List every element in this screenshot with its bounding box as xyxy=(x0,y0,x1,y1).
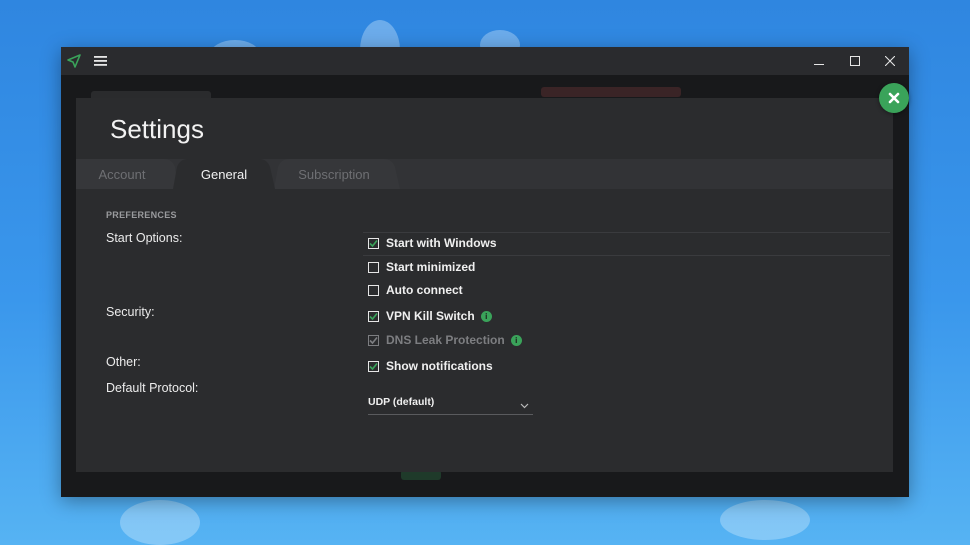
close-settings-button[interactable] xyxy=(879,83,909,113)
tab-general[interactable]: General xyxy=(173,159,275,189)
section-heading: PREFERENCES xyxy=(106,210,177,220)
dns-leak-protection-label: DNS Leak Protection xyxy=(386,333,505,347)
maximize-button[interactable] xyxy=(838,47,872,75)
show-notifications-label: Show notifications xyxy=(386,359,493,373)
dimmed-element xyxy=(541,87,681,97)
checkmark-icon xyxy=(369,312,378,320)
desktop-flower-deco xyxy=(720,500,810,540)
start-minimized-option[interactable]: Start minimized xyxy=(368,259,475,275)
checkmark-icon xyxy=(369,362,378,370)
info-icon[interactable]: i xyxy=(480,310,492,322)
dns-leak-protection-checkbox xyxy=(368,334,379,346)
start-with-windows-option[interactable]: Start with Windows xyxy=(368,235,497,251)
minimize-button[interactable] xyxy=(802,47,836,75)
settings-panel: Settings Account General Subscription PR… xyxy=(76,98,893,472)
start-minimized-label: Start minimized xyxy=(386,260,476,274)
close-icon xyxy=(885,56,895,66)
page-title: Settings xyxy=(110,114,204,144)
close-button[interactable] xyxy=(873,47,907,75)
security-label: Security: xyxy=(106,305,155,319)
tab-subscription[interactable]: Subscription xyxy=(280,159,388,189)
start-with-windows-checkbox[interactable] xyxy=(368,237,379,249)
minimize-icon xyxy=(814,64,824,65)
vpn-kill-switch-label: VPN Kill Switch xyxy=(386,309,475,323)
auto-connect-label: Auto connect xyxy=(386,283,463,297)
protocol-value: UDP (default) xyxy=(368,396,435,408)
maximize-icon xyxy=(850,56,860,66)
info-icon[interactable]: i xyxy=(510,334,522,346)
checkmark-icon xyxy=(369,336,378,344)
default-protocol-label: Default Protocol: xyxy=(106,381,199,395)
tab-account[interactable]: Account xyxy=(76,159,168,189)
auto-connect-checkbox[interactable] xyxy=(368,284,379,296)
titlebar xyxy=(61,47,909,75)
auto-connect-option[interactable]: Auto connect xyxy=(368,282,463,298)
dns-leak-protection-option: DNS Leak Protection i xyxy=(368,332,522,348)
row-divider xyxy=(363,255,890,256)
desktop-flower-deco xyxy=(120,500,200,545)
hamburger-icon[interactable] xyxy=(92,52,110,70)
start-with-windows-label: Start with Windows xyxy=(386,236,497,250)
vpn-kill-switch-option[interactable]: VPN Kill Switch i xyxy=(368,308,492,324)
show-notifications-option[interactable]: Show notifications xyxy=(368,358,493,374)
start-options-label: Start Options: xyxy=(106,231,183,245)
protocol-select[interactable]: UDP (default) xyxy=(368,390,533,415)
show-notifications-checkbox[interactable] xyxy=(368,360,379,372)
checkmark-icon xyxy=(369,239,378,247)
start-minimized-checkbox[interactable] xyxy=(368,261,379,273)
vpn-kill-switch-checkbox[interactable] xyxy=(368,310,379,322)
send-icon[interactable] xyxy=(65,52,83,70)
other-label: Other: xyxy=(106,355,141,369)
chevron-down-icon xyxy=(520,396,529,414)
row-divider xyxy=(363,232,890,233)
close-circle-icon xyxy=(888,92,900,104)
app-window: Settings Account General Subscription PR… xyxy=(61,47,909,497)
